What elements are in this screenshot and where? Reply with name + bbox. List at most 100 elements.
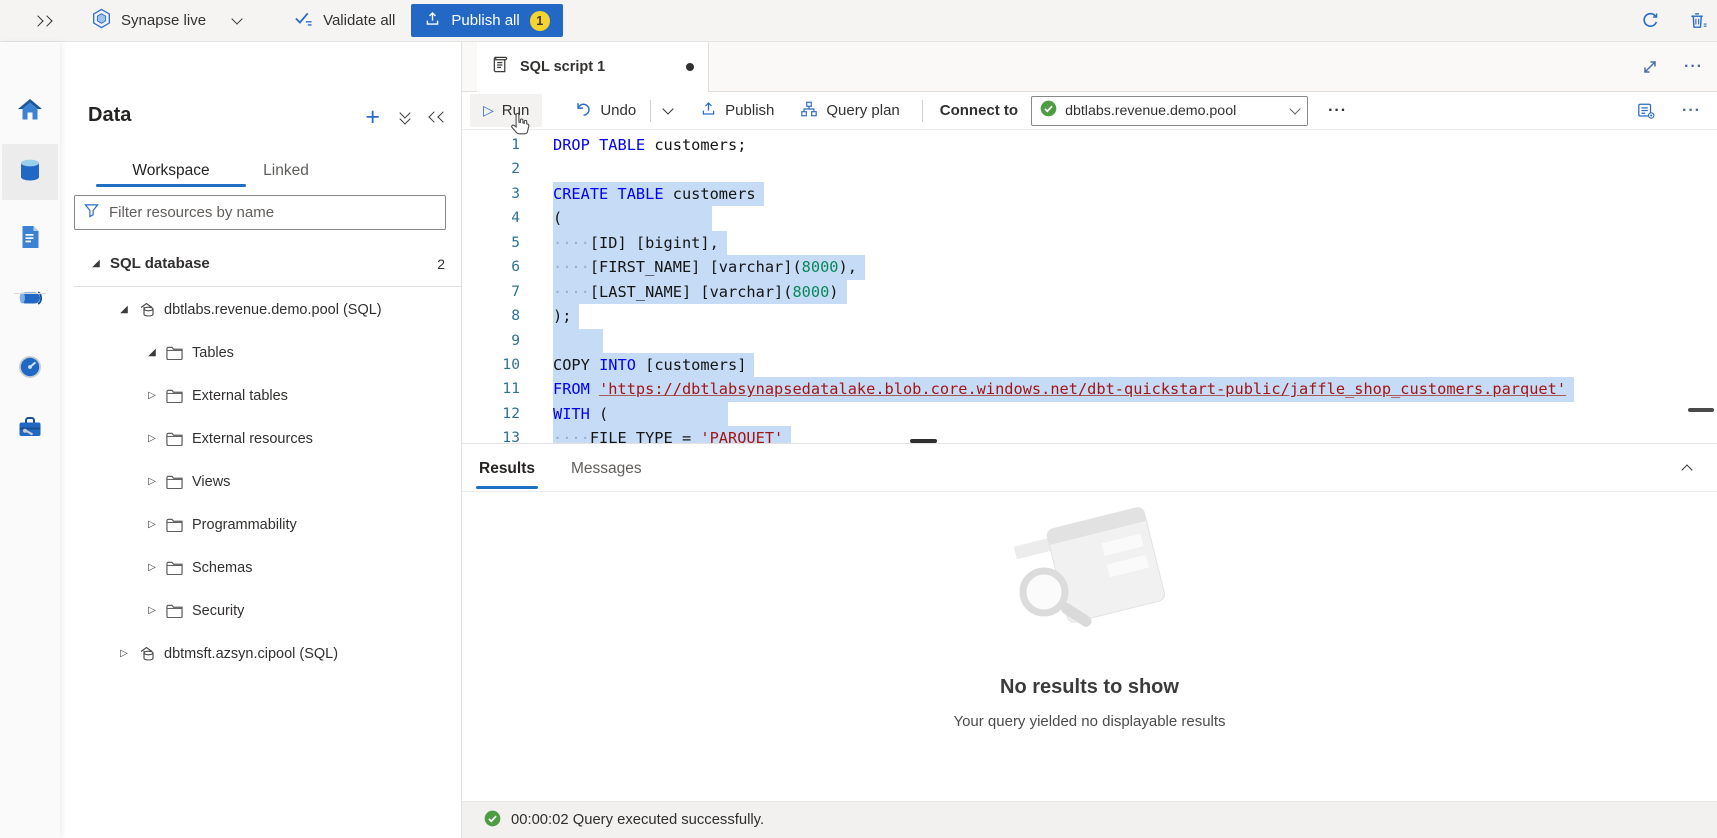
- expand-editor-icon[interactable]: [1642, 59, 1658, 75]
- toolbar-more-icon[interactable]: ···: [1328, 102, 1347, 120]
- code-token-pl: [590, 380, 599, 398]
- code-token-pl: ),: [839, 258, 857, 276]
- sql-pool-icon: [138, 301, 156, 319]
- selection-highlight: COPY INTO [customers]: [553, 353, 754, 377]
- tree-item-tables[interactable]: ◢Tables: [60, 331, 461, 374]
- query-plan-button[interactable]: Query plan: [800, 100, 899, 122]
- run-button[interactable]: ▷ Run: [470, 94, 542, 127]
- tree-expand-arrow[interactable]: ▷: [118, 648, 130, 659]
- tree-expand-arrow[interactable]: ▷: [146, 433, 158, 444]
- code-token-pl: [590, 136, 599, 154]
- tree-expand-arrow[interactable]: ▷: [146, 476, 158, 487]
- collapse-panel-icon[interactable]: [430, 113, 447, 121]
- tab-linked[interactable]: Linked: [246, 154, 326, 187]
- publish-button[interactable]: Publish: [700, 100, 774, 121]
- double-chevron-right-icon[interactable]: [34, 17, 51, 25]
- code-token-pl: customers: [664, 185, 756, 203]
- code-token-ws: ····: [553, 234, 590, 252]
- selection-highlight: [553, 329, 603, 353]
- code-line-8[interactable]: 8);: [462, 304, 1717, 328]
- tree-item-schemas[interactable]: ▷ Schemas: [60, 546, 461, 589]
- tree-item-external-tables[interactable]: ▷External tables: [60, 374, 461, 417]
- sql-code-editor[interactable]: 1DROP TABLE customers;23CREATE TABLE cus…: [462, 130, 1717, 443]
- tab-results[interactable]: Results: [476, 460, 538, 491]
- undo-dropdown-chevron-icon[interactable]: [664, 108, 672, 113]
- code-line-9[interactable]: 9: [462, 329, 1717, 353]
- line-number: 11: [462, 377, 520, 401]
- double-chevron-down-icon[interactable]: [401, 112, 409, 123]
- tab-messages[interactable]: Messages: [568, 460, 645, 491]
- tab-workspace[interactable]: Workspace: [96, 154, 246, 187]
- discard-trash-icon[interactable]: [1688, 11, 1707, 30]
- toolbar-divider: [650, 100, 651, 122]
- code-line-6[interactable]: 6····[FIRST_NAME] [varchar](8000),: [462, 255, 1717, 279]
- data-panel: Data + Workspace Linked ◢SQL database2◢d…: [60, 42, 462, 838]
- tree-expand-arrow[interactable]: ▷: [146, 605, 158, 616]
- nav-item-develop[interactable]: [2, 211, 58, 267]
- results-panel: No results to show Your query yielded no…: [462, 491, 1717, 802]
- nav-item-data[interactable]: [2, 144, 58, 200]
- folder-icon: [166, 389, 183, 403]
- code-line-2[interactable]: 2: [462, 157, 1717, 181]
- manage-icon: [16, 413, 44, 446]
- code-line-5[interactable]: 5····[ID] [bigint],: [462, 231, 1717, 255]
- code-token-pl: (: [553, 209, 562, 227]
- tree-expand-arrow[interactable]: ▷: [146, 562, 158, 573]
- pool-dropdown[interactable]: dbtlabs.revenue.demo.pool: [1031, 96, 1308, 126]
- left-nav-rail: [0, 42, 60, 838]
- code-token-kw: INTO: [599, 356, 636, 374]
- publish-all-button[interactable]: Publish all 1: [411, 4, 562, 37]
- folder-icon: [166, 432, 183, 446]
- code-token-kw: TABLE: [617, 185, 663, 203]
- code-line-12[interactable]: 12WITH (: [462, 402, 1717, 426]
- code-line-10[interactable]: 10 COPY INTO [customers]: [462, 353, 1717, 377]
- tab-sql-script-1[interactable]: SQL script 1: [477, 42, 709, 92]
- code-line-11[interactable]: 11FROM 'https://dbtlabsynapsedatalake.bl…: [462, 377, 1717, 401]
- no-results-subtitle: Your query yielded no displayable result…: [953, 713, 1225, 730]
- code-token-pl: [LAST_NAME] [varchar](: [590, 283, 793, 301]
- code-token-ws: ····: [553, 429, 590, 442]
- code-line-4[interactable]: 4(: [462, 206, 1717, 230]
- validate-all-button[interactable]: Validate all: [293, 9, 395, 32]
- nav-item-monitor[interactable]: [2, 341, 58, 397]
- line-number: 1: [462, 133, 520, 157]
- nav-item-integrate[interactable]: [2, 272, 58, 328]
- tree-item-dbtmsft-azsyn-cipool-sql[interactable]: ▷dbtmsft.azsyn.cipool (SQL): [60, 632, 461, 675]
- selection-highlight: ····[LAST_NAME] [varchar](8000): [553, 280, 847, 304]
- tree-collapse-arrow[interactable]: ◢: [90, 258, 102, 269]
- scrollbar-thumb[interactable]: [1688, 408, 1714, 412]
- tree-item-dbtlabs-revenue-demo-pool-sql[interactable]: ◢dbtlabs.revenue.demo.pool (SQL): [60, 288, 461, 331]
- line-number: 12: [462, 402, 520, 426]
- line-number: 10: [462, 353, 520, 377]
- tree-item-security[interactable]: ▷Security: [60, 589, 461, 632]
- tree-expand-arrow[interactable]: ▷: [146, 390, 158, 401]
- line-number: 2: [462, 157, 520, 181]
- editor-more-actions-icon[interactable]: ···: [1682, 102, 1701, 120]
- tree-item-external-resources[interactable]: ▷External resources: [60, 417, 461, 460]
- code-line-3[interactable]: 3CREATE TABLE customers: [462, 182, 1717, 206]
- nav-item-manage[interactable]: [2, 401, 58, 457]
- undo-button[interactable]: Undo: [574, 100, 636, 122]
- selection-highlight: );: [553, 304, 579, 328]
- collapse-results-chevron-icon[interactable]: [1683, 461, 1691, 479]
- tree-item-label: Schemas: [192, 560, 252, 576]
- tree-expand-arrow[interactable]: ▷: [146, 519, 158, 530]
- code-line-13[interactable]: 13····FILE_TYPE = 'PARQUET': [462, 426, 1717, 442]
- mode-selector[interactable]: Synapse live: [91, 8, 241, 33]
- filter-resources-input[interactable]: [107, 203, 436, 222]
- tree-item-views[interactable]: ▷Views: [60, 460, 461, 503]
- tree-item-programmability[interactable]: ▷Programmability: [60, 503, 461, 546]
- code-line-1[interactable]: 1DROP TABLE customers;: [462, 133, 1717, 157]
- tree-collapse-arrow[interactable]: ◢: [146, 347, 158, 358]
- view-settings-icon[interactable]: [1636, 102, 1656, 120]
- nav-item-home[interactable]: [2, 84, 58, 140]
- refresh-icon[interactable]: [1641, 11, 1660, 30]
- tree-item-sql-database[interactable]: ◢SQL database2: [60, 242, 461, 285]
- home-icon: [16, 96, 44, 129]
- tree-collapse-arrow[interactable]: ◢: [118, 304, 130, 315]
- toolbar-divider: [922, 100, 923, 122]
- add-icon[interactable]: +: [365, 108, 380, 126]
- no-results-title: No results to show: [1000, 676, 1179, 699]
- code-line-7[interactable]: 7····[LAST_NAME] [varchar](8000): [462, 280, 1717, 304]
- tab-more-actions-icon[interactable]: ···: [1684, 58, 1703, 76]
